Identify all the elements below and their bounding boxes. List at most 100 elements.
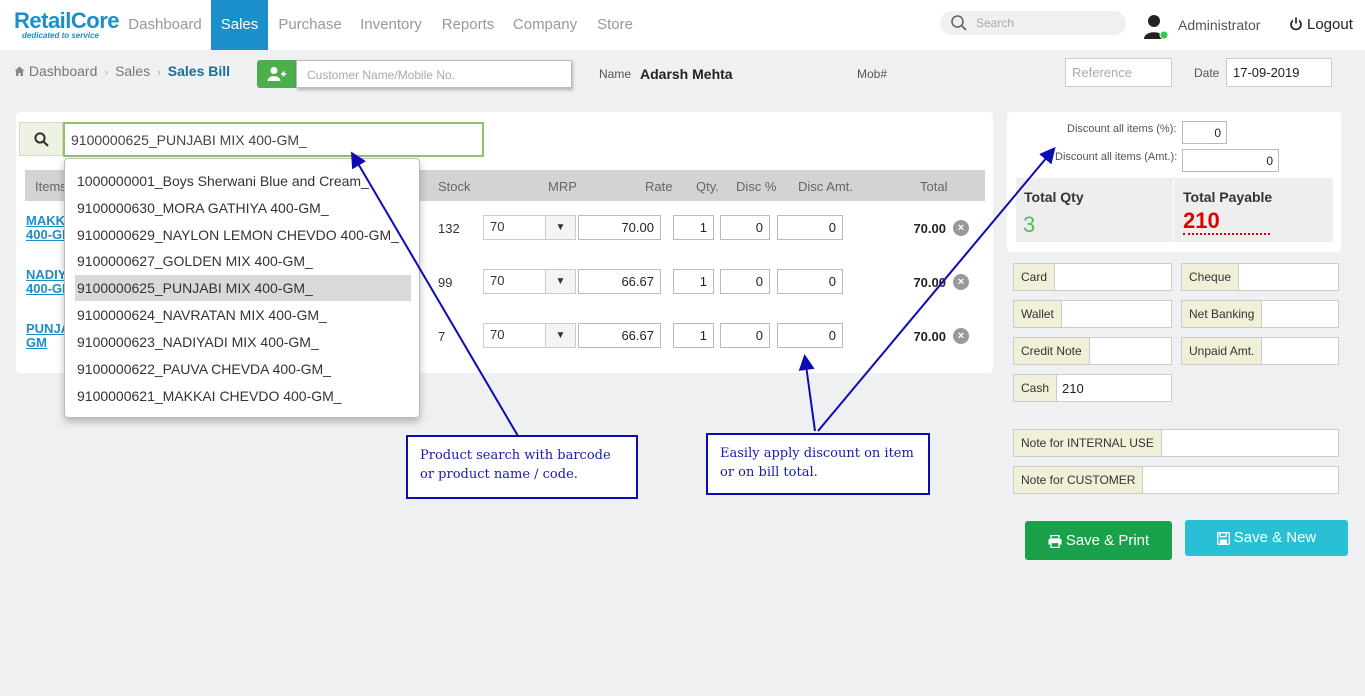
row-qty-input[interactable]: 1 bbox=[673, 269, 714, 294]
note-internal-label: Note for INTERNAL USE bbox=[1014, 430, 1162, 456]
row-mrp-value: 70 bbox=[490, 327, 505, 342]
note-internal-field[interactable]: Note for INTERNAL USE bbox=[1013, 429, 1339, 457]
chevron-down-icon: ▼ bbox=[545, 324, 575, 347]
add-customer-button[interactable] bbox=[257, 60, 297, 88]
col-qty: Qty. bbox=[696, 179, 719, 194]
nav-purchase[interactable]: Purchase bbox=[270, 0, 350, 50]
nav-inventory[interactable]: Inventory bbox=[352, 0, 430, 50]
nav-store[interactable]: Store bbox=[588, 0, 642, 50]
row-disc-amt-input[interactable]: 0 bbox=[777, 269, 843, 294]
save-new-label: Save & New bbox=[1233, 529, 1317, 546]
date-input[interactable]: 17-09-2019 bbox=[1226, 58, 1332, 87]
logout-label: Logout bbox=[1307, 16, 1353, 33]
note-customer-field[interactable]: Note for CUSTOMER bbox=[1013, 466, 1339, 494]
row-disc-amt-input[interactable]: 0 bbox=[777, 215, 843, 240]
row-qty-input[interactable]: 1 bbox=[673, 323, 714, 348]
payment-cheque-label: Cheque bbox=[1182, 264, 1240, 290]
discount-amt-label: Discount all items (Amt.): bbox=[1055, 151, 1178, 163]
callout-product-search: Product search with barcode or product n… bbox=[406, 435, 638, 499]
suggestion-item[interactable]: 9100000630_MORA GATHIYA 400-GM_ bbox=[75, 195, 411, 221]
col-items: Items bbox=[35, 179, 67, 194]
breadcrumb-sales[interactable]: Sales bbox=[115, 63, 150, 79]
payment-wallet-label: Wallet bbox=[1014, 301, 1062, 327]
row-rate-input[interactable]: 70.00 bbox=[578, 215, 661, 240]
payment-cheque-field[interactable]: Cheque bbox=[1181, 263, 1339, 291]
suggestion-item[interactable]: 9100000627_GOLDEN MIX 400-GM_ bbox=[75, 248, 411, 274]
row-disc-pct-input[interactable]: 0 bbox=[720, 215, 770, 240]
row-qty-input[interactable]: 1 bbox=[673, 215, 714, 240]
row-stock: 7 bbox=[438, 329, 446, 344]
customer-mobile-label: Mob# bbox=[857, 67, 888, 81]
row-total: 70.00 bbox=[913, 275, 946, 290]
nav-dashboard[interactable]: Dashboard bbox=[118, 0, 212, 50]
reference-input[interactable]: Reference bbox=[1065, 58, 1172, 87]
col-total: Total bbox=[920, 179, 948, 194]
home-icon bbox=[14, 66, 25, 76]
remove-item-icon[interactable]: × bbox=[953, 274, 969, 290]
suggestion-item[interactable]: 9100000622_PAUVA CHEVDA 400-GM_ bbox=[75, 356, 411, 382]
save-print-button[interactable]: Save & Print bbox=[1025, 521, 1172, 560]
breadcrumb-separator: › bbox=[104, 67, 109, 79]
suggestion-item[interactable]: 9100000623_NADIYADI MIX 400-GM_ bbox=[75, 329, 411, 355]
product-search-input[interactable]: 9100000625_PUNJABI MIX 400-GM_ bbox=[63, 122, 484, 157]
suggestion-item-highlighted[interactable]: 9100000625_PUNJABI MIX 400-GM_ bbox=[75, 275, 411, 301]
total-payable-value: 210 bbox=[1183, 209, 1270, 235]
row-disc-pct-input[interactable]: 0 bbox=[720, 269, 770, 294]
item-name-line: GM bbox=[26, 335, 47, 350]
col-rate: Rate bbox=[645, 179, 673, 194]
row-mrp-value: 70 bbox=[490, 219, 505, 234]
payment-unpaid-label: Unpaid Amt. bbox=[1182, 338, 1263, 364]
global-search[interactable]: Search bbox=[940, 11, 1126, 35]
suggestion-item[interactable]: 9100000621_MAKKAI CHEVDO 400-GM_ bbox=[75, 383, 411, 409]
payment-cash-value: 210 bbox=[1062, 381, 1084, 396]
row-rate-input[interactable]: 66.67 bbox=[578, 323, 661, 348]
row-mrp-select[interactable]: 70 ▼ bbox=[483, 323, 576, 348]
row-rate-input[interactable]: 66.67 bbox=[578, 269, 661, 294]
product-suggestion-dropdown: 1000000001_Boys Sherwani Blue and Cream_… bbox=[64, 158, 420, 418]
brand-tagline: dedicated to service bbox=[22, 31, 99, 40]
logout-link[interactable]: Logout bbox=[1289, 16, 1353, 33]
date-label: Date bbox=[1194, 66, 1220, 80]
nav-company[interactable]: Company bbox=[506, 0, 584, 50]
nav-reports[interactable]: Reports bbox=[432, 0, 504, 50]
user-name[interactable]: Administrator bbox=[1178, 17, 1260, 33]
suggestion-item[interactable]: 9100000629_NAYLON LEMON CHEVDO 400-GM_ bbox=[75, 222, 411, 248]
nav-sales[interactable]: Sales bbox=[211, 0, 268, 50]
payment-credit-note-field[interactable]: Credit Note bbox=[1013, 337, 1172, 365]
row-total: 70.00 bbox=[913, 221, 946, 236]
row-stock: 132 bbox=[438, 221, 460, 236]
row-disc-amt-input[interactable]: 0 bbox=[777, 323, 843, 348]
payment-net-banking-field[interactable]: Net Banking bbox=[1181, 300, 1339, 328]
row-mrp-select[interactable]: 70 ▼ bbox=[483, 215, 576, 240]
total-qty-box bbox=[1016, 178, 1173, 242]
suggestion-item[interactable]: 1000000001_Boys Sherwani Blue and Cream_ bbox=[75, 168, 411, 194]
payment-wallet-field[interactable]: Wallet bbox=[1013, 300, 1172, 328]
brand-logo[interactable]: RetailCore dedicated to service bbox=[14, 8, 120, 40]
global-search-placeholder: Search bbox=[976, 16, 1015, 30]
breadcrumb-dashboard[interactable]: Dashboard bbox=[29, 63, 98, 79]
item-name-line: NADIY bbox=[26, 267, 67, 282]
row-stock: 99 bbox=[438, 275, 453, 290]
row-mrp-select[interactable]: 70 ▼ bbox=[483, 269, 576, 294]
chevron-down-icon: ▼ bbox=[545, 216, 575, 239]
total-qty-label: Total Qty bbox=[1024, 189, 1084, 205]
item-name-line: MAKK bbox=[26, 213, 65, 228]
payment-card-field[interactable]: Card bbox=[1013, 263, 1172, 291]
payment-cash-field[interactable]: Cash 210 bbox=[1013, 374, 1172, 402]
discount-amt-input[interactable]: 0 bbox=[1182, 149, 1279, 172]
save-print-label: Save & Print bbox=[1065, 532, 1150, 549]
payment-unpaid-field[interactable]: Unpaid Amt. bbox=[1181, 337, 1339, 365]
customer-name-value: Adarsh Mehta bbox=[640, 66, 733, 82]
product-search-button[interactable] bbox=[19, 122, 63, 156]
row-disc-pct-input[interactable]: 0 bbox=[720, 323, 770, 348]
breadcrumb-separator: › bbox=[157, 67, 161, 79]
remove-item-icon[interactable]: × bbox=[953, 220, 969, 236]
suggestion-item[interactable]: 9100000624_NAVRATAN MIX 400-GM_ bbox=[75, 302, 411, 328]
discount-pct-input[interactable]: 0 bbox=[1182, 121, 1227, 144]
power-icon bbox=[1290, 17, 1302, 31]
save-new-button[interactable]: Save & New bbox=[1185, 520, 1348, 556]
col-mrp: MRP bbox=[548, 179, 577, 194]
brand-name: RetailCore bbox=[14, 8, 120, 33]
remove-item-icon[interactable]: × bbox=[953, 328, 969, 344]
customer-search-input[interactable]: Customer Name/Mobile No. bbox=[296, 60, 572, 88]
